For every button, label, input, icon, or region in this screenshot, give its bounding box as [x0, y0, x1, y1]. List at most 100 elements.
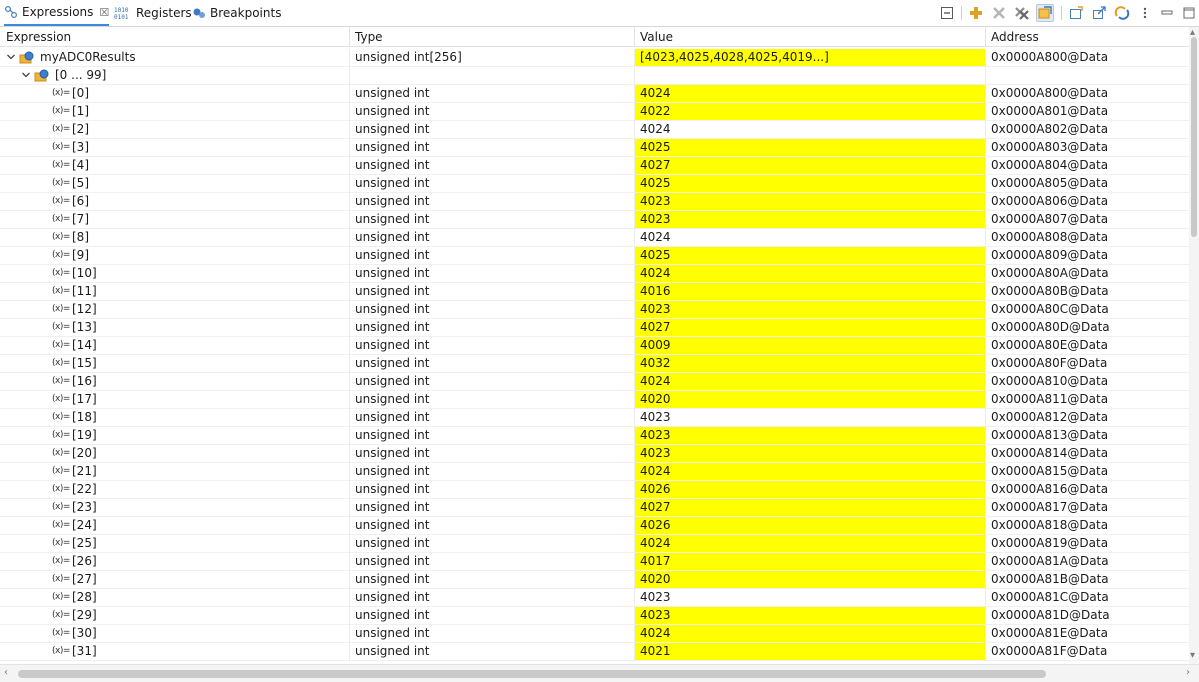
element-value[interactable]: 4024 [634, 85, 985, 102]
expression-value[interactable]: [4023,4025,4028,4025,4019...] [634, 49, 985, 66]
scroll-left-arrow-icon[interactable]: ‹ [4, 667, 8, 678]
element-value[interactable]: 4024 [634, 373, 985, 390]
element-value[interactable]: 4024 [634, 625, 985, 642]
chevron-down-icon[interactable] [21, 70, 31, 80]
new-expression-icon[interactable] [1067, 4, 1085, 22]
tree-row-element[interactable]: (x)= [4] unsigned int 4027 0x0000A804@Data [0, 157, 1189, 175]
maximize-icon[interactable] [1180, 4, 1198, 22]
element-value[interactable]: 4020 [634, 571, 985, 588]
tab-expressions[interactable]: Expressions ☒ [4, 0, 110, 26]
tree-row-element[interactable]: (x)= [21] unsigned int 4024 0x0000A815@Data [0, 463, 1189, 481]
tree-row-element[interactable]: (x)= [13] unsigned int 4027 0x0000A80D@Data [0, 319, 1189, 337]
tree-row-element[interactable]: (x)= [18] unsigned int 4023 0x0000A812@Data [0, 409, 1189, 427]
tree-row-element[interactable]: (x)= [3] unsigned int 4025 0x0000A803@Data [0, 139, 1189, 157]
tab-registers[interactable]: 1010 0101 Registers [114, 0, 192, 26]
element-value[interactable]: 4022 [634, 103, 985, 120]
element-value[interactable]: 4023 [634, 193, 985, 210]
refresh-icon[interactable] [1113, 4, 1131, 22]
tree-row-element[interactable]: (x)= [11] unsigned int 4016 0x0000A80B@Data [0, 283, 1189, 301]
tree-row-element[interactable]: (x)= [1] unsigned int 4022 0x0000A801@Data [0, 103, 1189, 121]
tree-row-root[interactable]: myADC0Results unsigned int[256] [4023,40… [0, 49, 1189, 67]
element-value[interactable]: 4024 [634, 229, 985, 246]
remove-expression-icon[interactable] [990, 4, 1008, 22]
scroll-right-arrow-icon[interactable]: › [1186, 667, 1190, 678]
vertical-scrollbar-thumb[interactable] [1191, 37, 1197, 237]
element-value[interactable]: 4023 [634, 409, 985, 426]
tree-row-element[interactable]: (x)= [10] unsigned int 4024 0x0000A80A@Data [0, 265, 1189, 283]
tree-row-element[interactable]: (x)= [28] unsigned int 4023 0x0000A81C@Data [0, 589, 1189, 607]
minimize-icon[interactable] [1158, 4, 1176, 22]
tree-row-element[interactable]: (x)= [15] unsigned int 4032 0x0000A80F@Data [0, 355, 1189, 373]
element-value[interactable]: 4023 [634, 589, 985, 606]
element-value[interactable]: 4020 [634, 391, 985, 408]
element-value[interactable]: 4024 [634, 121, 985, 138]
svg-text:1010: 1010 [114, 7, 129, 14]
tree-row-element[interactable]: (x)= [23] unsigned int 4027 0x0000A817@Data [0, 499, 1189, 517]
column-header-value[interactable]: Value [634, 27, 985, 47]
tree-row-element[interactable]: (x)= [29] unsigned int 4023 0x0000A81D@Data [0, 607, 1189, 625]
tree-row-element[interactable]: (x)= [25] unsigned int 4024 0x0000A819@Data [0, 535, 1189, 553]
tree-row-element[interactable]: (x)= [6] unsigned int 4023 0x0000A806@Data [0, 193, 1189, 211]
element-value[interactable]: 4032 [634, 355, 985, 372]
element-value[interactable]: 4025 [634, 175, 985, 192]
tree-row-element[interactable]: (x)= [7] unsigned int 4023 0x0000A807@Data [0, 211, 1189, 229]
tree-row-element[interactable]: (x)= [9] unsigned int 4025 0x0000A809@Data [0, 247, 1189, 265]
tree-row-group[interactable]: [0 ... 99] [0, 67, 1189, 85]
element-value[interactable]: 4023 [634, 301, 985, 318]
tree-row-element[interactable]: (x)= [16] unsigned int 4024 0x0000A810@Data [0, 373, 1189, 391]
tree-row-element[interactable]: (x)= [17] unsigned int 4020 0x0000A811@Data [0, 391, 1189, 409]
element-value[interactable]: 4017 [634, 553, 985, 570]
element-value[interactable]: 4023 [634, 607, 985, 624]
tree-row-element[interactable]: (x)= [30] unsigned int 4024 0x0000A81E@Data [0, 625, 1189, 643]
column-header-address[interactable]: Address [985, 27, 1189, 47]
tree-row-element[interactable]: (x)= [26] unsigned int 4017 0x0000A81A@Data [0, 553, 1189, 571]
tree-row-element[interactable]: (x)= [5] unsigned int 4025 0x0000A805@Data [0, 175, 1189, 193]
export-icon[interactable] [1090, 4, 1108, 22]
element-value[interactable]: 4024 [634, 265, 985, 282]
tree-row-element[interactable]: (x)= [2] unsigned int 4024 0x0000A802@Data [0, 121, 1189, 139]
element-value[interactable]: 4023 [634, 211, 985, 228]
tab-breakpoints[interactable]: Breakpoints [192, 0, 281, 26]
element-value[interactable]: 4023 [634, 427, 985, 444]
chevron-down-icon[interactable] [6, 52, 16, 62]
tree-row-element[interactable]: (x)= [31] unsigned int 4021 0x0000A81F@Data [0, 643, 1189, 661]
remove-all-icon[interactable] [1013, 4, 1031, 22]
tree-row-element[interactable]: (x)= [24] unsigned int 4026 0x0000A818@Data [0, 517, 1189, 535]
element-value[interactable]: 4026 [634, 481, 985, 498]
minimize-view-icon[interactable] [938, 4, 956, 22]
element-value[interactable]: 4027 [634, 499, 985, 516]
element-value[interactable]: 4024 [634, 535, 985, 552]
add-expression-icon[interactable] [967, 4, 985, 22]
element-value[interactable]: 4025 [634, 139, 985, 156]
element-value[interactable]: 4016 [634, 283, 985, 300]
expression-value[interactable] [634, 67, 985, 84]
tree-row-element[interactable]: (x)= [14] unsigned int 4009 0x0000A80E@Data [0, 337, 1189, 355]
column-divider [634, 283, 635, 301]
scroll-down-arrow-icon[interactable]: ▾ [1190, 650, 1195, 661]
element-value[interactable]: 4026 [634, 517, 985, 534]
column-header-expression[interactable]: Expression [0, 27, 349, 47]
column-divider [349, 139, 350, 157]
collapse-all-icon[interactable] [1036, 4, 1054, 22]
element-value[interactable]: 4027 [634, 319, 985, 336]
element-value[interactable]: 4009 [634, 337, 985, 354]
element-value[interactable]: 4023 [634, 445, 985, 462]
element-value[interactable]: 4024 [634, 463, 985, 480]
element-value[interactable]: 4025 [634, 247, 985, 264]
tree-row-element[interactable]: (x)= [22] unsigned int 4026 0x0000A816@Data [0, 481, 1189, 499]
tree-row-element[interactable]: (x)= [19] unsigned int 4023 0x0000A813@Data [0, 427, 1189, 445]
tree-row-element[interactable]: (x)= [0] unsigned int 4024 0x0000A800@Data [0, 85, 1189, 103]
horizontal-scrollbar-thumb[interactable] [18, 670, 1046, 678]
vertical-scrollbar[interactable]: ▴ ▾ [1189, 27, 1199, 664]
view-menu-icon[interactable] [1136, 4, 1154, 22]
element-value[interactable]: 4027 [634, 157, 985, 174]
column-header-type[interactable]: Type [349, 27, 634, 47]
tree-row-element[interactable]: (x)= [20] unsigned int 4023 0x0000A814@Data [0, 445, 1189, 463]
tree-row-element[interactable]: (x)= [8] unsigned int 4024 0x0000A808@Data [0, 229, 1189, 247]
column-divider [985, 355, 986, 373]
tree-row-element[interactable]: (x)= [12] unsigned int 4023 0x0000A80C@Data [0, 301, 1189, 319]
horizontal-scrollbar[interactable]: ‹ › [0, 664, 1199, 682]
element-value[interactable]: 4021 [634, 643, 985, 660]
tree-row-element[interactable]: (x)= [27] unsigned int 4020 0x0000A81B@Data [0, 571, 1189, 589]
close-icon[interactable]: ☒ [99, 6, 109, 19]
